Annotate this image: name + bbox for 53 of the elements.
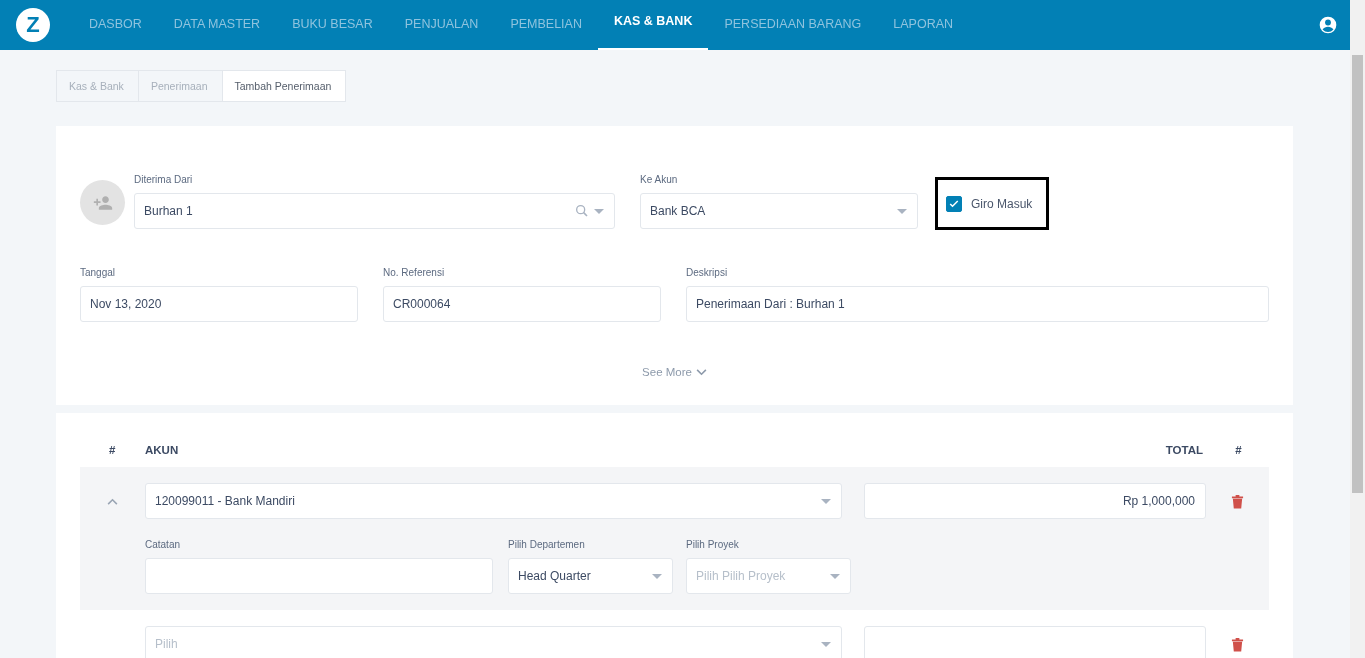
date-field[interactable]: Nov 13, 2020	[80, 286, 358, 322]
scrollbar[interactable]	[1350, 0, 1365, 658]
caret-icon	[821, 641, 831, 647]
amount-field[interactable]: Rp 1,000,000	[864, 483, 1206, 519]
chevron-down-icon	[695, 368, 707, 376]
checkbox[interactable]	[946, 195, 962, 212]
column-header: TOTAL	[1164, 443, 1204, 456]
project-select-field[interactable]: Pilih Pilih Proyek	[686, 558, 851, 594]
account-select-field[interactable]: Bank BCA	[640, 193, 918, 229]
caret-icon	[652, 573, 662, 579]
breadcrumb-link[interactable]: Kas & Bank	[56, 70, 138, 102]
nav-tab[interactable]: LAPORAN	[877, 0, 970, 50]
field-label: Deskripsi	[686, 267, 729, 280]
nav-tab[interactable]: DASBOR	[73, 0, 158, 50]
breadcrumb-link[interactable]: Tambah Penerimaan	[221, 70, 347, 102]
checkbox-label: Giro Masuk	[971, 196, 1033, 211]
add-contact-icon[interactable]	[80, 180, 125, 225]
nav-tab[interactable]: PERSEDIAAN BARANG	[708, 0, 878, 50]
nav-tab[interactable]: PENJUALAN	[388, 0, 495, 50]
field-label: Catatan	[145, 539, 182, 552]
nav-tab[interactable]: BUKU BESAR	[276, 0, 389, 50]
field-label: Pilih Proyek	[686, 539, 740, 552]
see-more-link[interactable]: See More	[642, 366, 707, 378]
contact-select-field[interactable]: Burhan 1	[134, 193, 615, 229]
search-icon	[574, 203, 590, 219]
column-header: #	[108, 443, 117, 456]
account-select-field[interactable]: Pilih	[145, 626, 842, 658]
nav-tab[interactable]: DATA MASTER	[157, 0, 277, 50]
trash-icon[interactable]	[1231, 493, 1244, 509]
caret-icon	[897, 208, 907, 214]
logo-icon[interactable]: Z	[16, 8, 50, 42]
description-field[interactable]: Penerimaan Dari : Burhan 1	[686, 286, 1269, 322]
field-label: No. Referensi	[383, 267, 446, 280]
department-select-field[interactable]: Head Quarter	[508, 558, 673, 594]
nav-tab[interactable]: PEMBELIAN	[494, 0, 598, 50]
field-label: Diterima Dari	[134, 174, 194, 187]
column-header: #	[1234, 443, 1243, 456]
field-label: Tanggal	[80, 267, 117, 280]
caret-icon	[821, 498, 831, 504]
user-account-icon[interactable]	[1318, 15, 1338, 35]
column-header: AKUN	[145, 443, 180, 456]
breadcrumb-link[interactable]: Penerimaan	[137, 70, 222, 102]
caret-icon	[594, 208, 604, 214]
amount-field[interactable]	[864, 626, 1206, 658]
reference-field[interactable]: CR000064	[383, 286, 661, 322]
field-label: Ke Akun	[640, 174, 679, 187]
field-label: Pilih Departemen	[508, 539, 586, 552]
nav-tab[interactable]: KAS & BANK	[597, 0, 709, 50]
caret-icon	[830, 573, 840, 579]
note-field[interactable]	[145, 558, 493, 594]
account-select-field[interactable]: 120099011 - Bank Mandiri	[145, 483, 842, 519]
trash-icon[interactable]	[1231, 636, 1244, 652]
collapse-chevron-icon[interactable]	[107, 497, 118, 505]
